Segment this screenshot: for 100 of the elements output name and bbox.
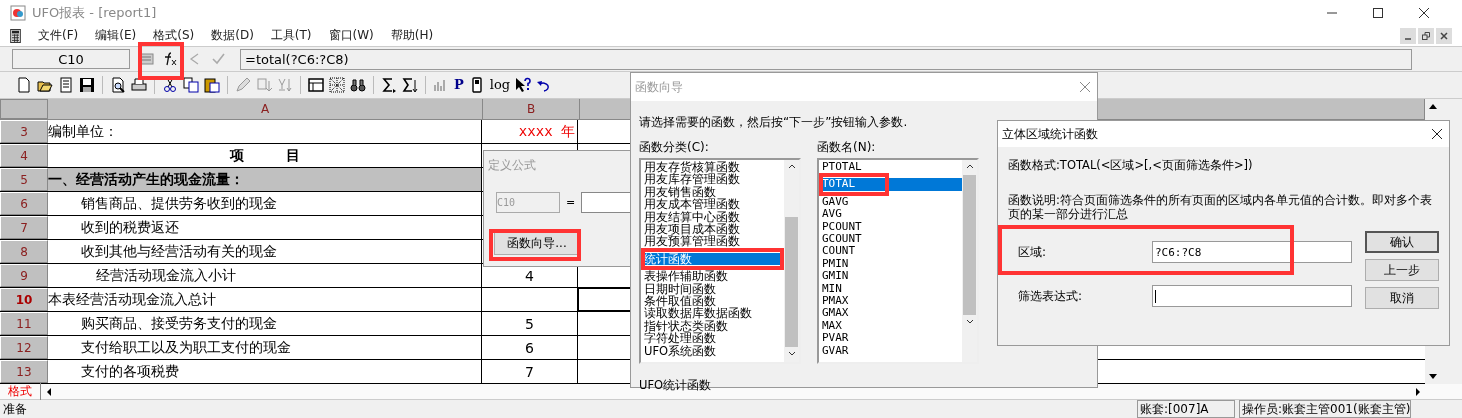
- table-cell: 收到其他与经营活动有关的现金: [48, 240, 482, 263]
- dialog-button[interactable]: 上一步: [1365, 259, 1439, 281]
- list-item[interactable]: PMAX: [819, 295, 962, 308]
- list-item[interactable]: GVAR: [819, 344, 962, 358]
- row-header[interactable]: 5: [0, 168, 48, 191]
- formula-field[interactable]: =total(?C6:?C8): [240, 48, 1412, 70]
- print-icon[interactable]: [131, 77, 147, 93]
- list-scrollbar[interactable]: [962, 160, 977, 362]
- row-header[interactable]: 8: [0, 240, 48, 263]
- grid-icon[interactable]: [329, 77, 345, 93]
- close-icon[interactable]: [1436, 27, 1452, 44]
- row-header[interactable]: 6: [0, 192, 48, 215]
- row-header[interactable]: 9: [0, 264, 48, 287]
- new-file-icon[interactable]: [16, 77, 32, 93]
- menu-item[interactable]: 窗口(W): [328, 27, 374, 44]
- scroll-up-icon[interactable]: [787, 164, 796, 169]
- sum-icon[interactable]: [381, 77, 397, 93]
- status-text: 账套:[007]A: [1137, 400, 1235, 418]
- function-category-text: UFO统计函数: [639, 378, 712, 393]
- input-field[interactable]: ?C6:?C8: [1152, 241, 1352, 263]
- category-list[interactable]: 用友存货核算函数 用友库存管理函数 用友销售函数 用友成本管理函数 用友结算中心函数 用友项目成本函数 用友预算管理函数 统计函数 表操作辅助函数 日期时间函数 条件取值函数 读取数据库数据函数 指针状态类函数 字符处理函数 UFO系统函数: [639, 158, 801, 364]
- list-item[interactable]: 用友成本管理函数: [641, 198, 784, 211]
- dialog-button[interactable]: 确认: [1365, 231, 1439, 253]
- list-item[interactable]: PVAR: [819, 332, 962, 345]
- copy-icon[interactable]: [183, 77, 199, 93]
- row-header[interactable]: 11: [0, 312, 48, 335]
- list-item[interactable]: 指针状态类函数: [641, 319, 784, 333]
- list-scrollbar[interactable]: [784, 160, 799, 362]
- paste-icon[interactable]: [204, 77, 220, 93]
- list-item[interactable]: 用友预算管理函数: [641, 235, 784, 248]
- help-cursor-icon[interactable]: [515, 77, 532, 93]
- minimize-icon[interactable]: [1400, 27, 1416, 44]
- row-header[interactable]: 4: [0, 144, 48, 167]
- table-icon[interactable]: [308, 77, 324, 93]
- binoculars-icon[interactable]: [350, 77, 366, 93]
- table-cell: 7: [525, 363, 534, 380]
- restore-icon[interactable]: [1418, 27, 1434, 44]
- scroll-right-icon[interactable]: [1414, 386, 1422, 397]
- document-icon[interactable]: [58, 77, 74, 93]
- cut-icon[interactable]: [162, 77, 178, 93]
- list-item[interactable]: 用友库存管理函数: [641, 173, 784, 186]
- scroll-down-icon[interactable]: [1428, 374, 1437, 380]
- dialog-title: 函数向导: [635, 78, 683, 96]
- dialog-title: 立体区域统计函数: [1002, 125, 1098, 143]
- menu-item[interactable]: 格式(S): [153, 27, 195, 44]
- status-text: 准备: [2, 401, 28, 417]
- list-item[interactable]: 用友存货核算函数: [641, 161, 784, 174]
- table-cell: 经营活动现金流入小计: [48, 264, 482, 287]
- row-header[interactable]: 3: [0, 120, 48, 143]
- function-list[interactable]: PTOTAL TOTAL GAVG AVG PCOUNT GCOUNT COUNT PMIN GMIN MIN PMAX GMAX MAX PVAR GVAR: [817, 158, 979, 364]
- menu-item[interactable]: 帮助(H): [390, 27, 434, 44]
- list-item[interactable]: 字符处理函数: [641, 332, 784, 345]
- menu-item[interactable]: 数据(D): [211, 27, 254, 44]
- list-item[interactable]: PTOTAL: [819, 161, 962, 174]
- toolbar-button[interactable]: P: [454, 77, 464, 93]
- close-icon[interactable]: [1418, 6, 1430, 19]
- list-item[interactable]: PMIN: [819, 257, 962, 271]
- list-item[interactable]: GMIN: [819, 270, 962, 283]
- list-item[interactable]: 条件取值函数: [641, 295, 784, 308]
- toolbar-button[interactable]: log: [489, 77, 511, 93]
- row-header[interactable]: 12: [0, 336, 48, 359]
- print-preview-icon[interactable]: [110, 77, 126, 93]
- table-cell: 4: [525, 267, 534, 284]
- function-wizard-button[interactable]: 函数向导...: [494, 231, 580, 255]
- row-header[interactable]: 10: [0, 288, 48, 311]
- list-item[interactable]: 用友销售函数: [641, 185, 784, 199]
- scroll-up-icon[interactable]: [965, 164, 974, 169]
- cell-name-box[interactable]: C10: [12, 49, 130, 69]
- list-item[interactable]: COUNT: [819, 245, 962, 258]
- save-icon[interactable]: [79, 77, 95, 93]
- list-item[interactable]: PCOUNT: [819, 220, 962, 234]
- close-icon[interactable]: [1431, 128, 1443, 140]
- menu-item[interactable]: 文件(F): [38, 27, 79, 44]
- list-item[interactable]: UFO系统函数: [641, 344, 784, 358]
- maximize-icon[interactable]: [1372, 6, 1384, 19]
- list-item[interactable]: 读取数据库数据函数: [641, 307, 784, 320]
- list-item[interactable]: 用友项目成本函数: [641, 223, 784, 236]
- list-item[interactable]: GCOUNT: [819, 233, 962, 246]
- list-item[interactable]: 表操作辅助函数: [641, 270, 784, 283]
- menu-item[interactable]: 工具(T): [270, 27, 312, 44]
- list-item[interactable]: MAX: [819, 319, 962, 333]
- list-item[interactable]: MIN: [819, 282, 962, 296]
- input-field[interactable]: [1152, 285, 1352, 307]
- sum-down-icon[interactable]: [402, 77, 418, 93]
- function-icon[interactable]: [162, 52, 178, 66]
- list-label: 函数名(N):: [817, 139, 876, 156]
- row-header[interactable]: 13: [0, 360, 48, 383]
- list-item[interactable]: 用友结算中心函数: [641, 210, 784, 224]
- row-header[interactable]: 7: [0, 216, 48, 239]
- scroll-down-icon[interactable]: [965, 319, 974, 324]
- list-item[interactable]: GAVG: [819, 195, 962, 209]
- list-item[interactable]: 日期时间函数: [641, 282, 784, 296]
- scroll-down-icon[interactable]: [787, 351, 796, 356]
- menu-item[interactable]: 编辑(E): [95, 27, 137, 44]
- scroll-up-icon[interactable]: [1428, 103, 1437, 109]
- dialog-button[interactable]: 取消: [1365, 287, 1439, 309]
- list-item[interactable]: GMAX: [819, 307, 962, 320]
- check-icon[interactable]: [210, 52, 226, 66]
- list-item[interactable]: AVG: [819, 208, 962, 221]
- scroll-left-icon[interactable]: [45, 386, 53, 397]
